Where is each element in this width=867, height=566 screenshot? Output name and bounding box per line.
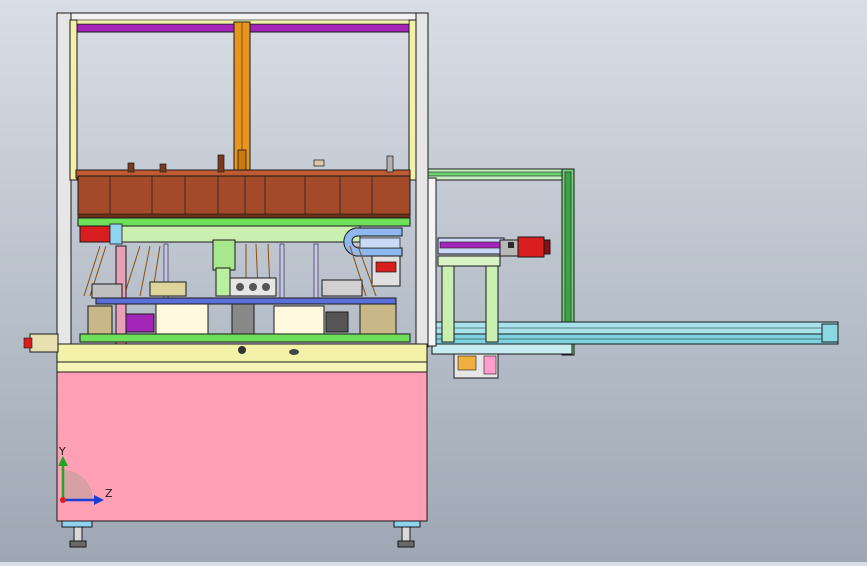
leveling-foot-icon xyxy=(61,520,421,548)
cad-viewport[interactable]: Y Z xyxy=(0,0,867,562)
rotary-table xyxy=(87,277,397,337)
slide-table xyxy=(437,237,505,379)
cable-chain-icon xyxy=(343,227,403,287)
machine-assembly-drawing: Y Z xyxy=(23,12,839,548)
vertical-column xyxy=(233,21,251,173)
z-axis-label: Z xyxy=(105,487,113,500)
x-axis-dot xyxy=(60,497,66,503)
servo-motor-icon xyxy=(499,236,551,258)
base-plate xyxy=(23,333,428,373)
y-axis-label: Y xyxy=(58,445,66,458)
